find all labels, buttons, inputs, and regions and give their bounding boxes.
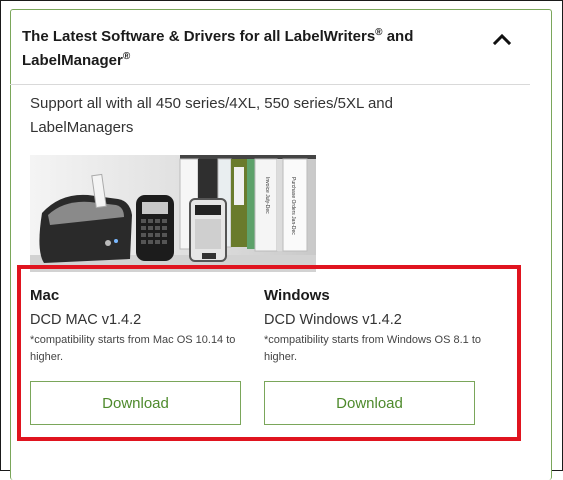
support-description: Support all with all 450 series/4XL, 550… [30, 95, 393, 136]
title-line-1: The Latest Software & Drivers for all La… [22, 28, 376, 45]
windows-download-button[interactable]: Download [264, 381, 475, 425]
mac-download-column: Mac DCD MAC v1.4.2 *compatibility starts… [30, 286, 260, 366]
title-and: and [382, 28, 414, 45]
chevron-up-icon [492, 33, 512, 46]
mac-os-heading: Mac [30, 287, 60, 304]
registered-mark-1: ® [375, 27, 383, 38]
mac-download-button[interactable]: Download [30, 381, 241, 425]
header-divider [10, 84, 530, 85]
accordion-title[interactable]: The Latest Software & Drivers for all La… [22, 25, 442, 73]
title-line-2: LabelManager [22, 52, 123, 69]
windows-os-heading: Windows [264, 287, 330, 304]
windows-version: DCD Windows v1.4.2 [264, 312, 402, 328]
binder-spine-label-1: Purchase Orders Jan-Dec [290, 177, 296, 235]
mac-compatibility-note: *compatibility starts from Mac OS 10.14 … [30, 334, 236, 363]
mac-version: DCD MAC v1.4.2 [30, 312, 142, 328]
collapse-button[interactable] [490, 29, 514, 49]
windows-compatibility-note: *compatibility starts from Windows OS 8.… [264, 334, 482, 363]
registered-mark-2: ® [122, 51, 131, 62]
windows-download-column: Windows DCD Windows v1.4.2 *compatibilit… [264, 286, 494, 366]
label-printers-image: Purchase Orders Jan-Dec Invoice July-Dec [30, 155, 316, 272]
binder-spine-label-2: Invoice July-Dec [264, 177, 270, 214]
